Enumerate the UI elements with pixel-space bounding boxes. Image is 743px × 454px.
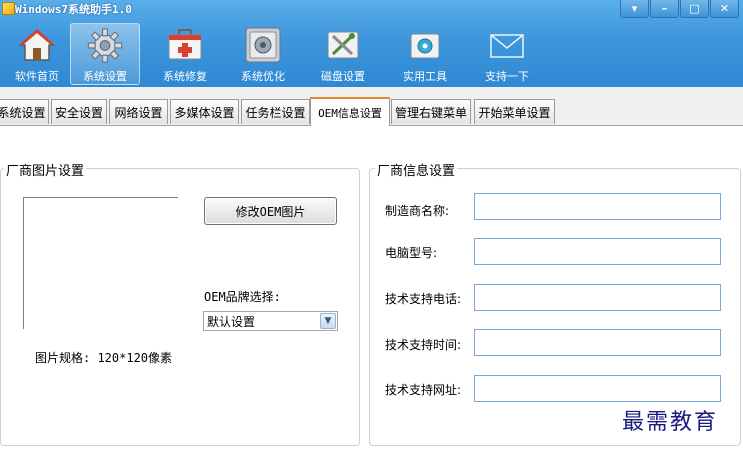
toolbox-icon [410, 33, 440, 59]
close-button[interactable]: ✕ [710, 0, 739, 18]
toolbar-system-settings-button[interactable]: 系统设置 [70, 23, 140, 85]
menu-dropdown-button[interactable]: ▾ [620, 0, 649, 18]
app-logo-icon [2, 2, 15, 15]
image-spec-text: 图片规格: 120*120像素 [35, 351, 173, 365]
oem-brand-label: OEM品牌选择: [204, 290, 281, 304]
toolbar-system-repair-button[interactable]: 系统修复 [150, 23, 220, 85]
tab-oem-info-label: OEM信息设置 [318, 106, 382, 120]
toolbar-utilities-button[interactable]: 实用工具 [390, 23, 460, 85]
support-website-field[interactable] [474, 375, 721, 402]
main-toolbar: 软件首页 系统设置 系统修复 系统优化 磁盘设置 实用工具 支持一下 [0, 20, 743, 86]
vendor-info-group-title: 厂商信息设置 [375, 160, 458, 179]
watermark-text: 最需教育 [622, 410, 719, 435]
gear-icon [87, 28, 123, 63]
disk-tools-icon [327, 31, 359, 59]
maximize-button[interactable]: □ [680, 0, 709, 18]
envelope-icon [490, 34, 524, 58]
oem-image-preview [23, 197, 178, 329]
oem-image-group: 厂商图片设置 修改OEM图片 OEM品牌选择: 默认设置 ▼ 图片规格: 120… [0, 160, 360, 446]
oem-image-group-title: 厂商图片设置 [4, 160, 87, 179]
manufacturer-name-label: 制造商名称: [385, 204, 450, 218]
support-hours-field[interactable] [474, 329, 721, 356]
optimize-icon [245, 27, 281, 63]
support-website-label: 技术支持网址: [385, 383, 462, 397]
support-phone-label: 技术支持电话: [385, 292, 462, 306]
toolbar-home-button[interactable]: 软件首页 [2, 23, 72, 85]
window-title: Windows7系统助手1.0 [15, 3, 132, 16]
modify-oem-image-label: 修改OEM图片 [235, 204, 306, 219]
modify-oem-image-button[interactable]: 修改OEM图片 [204, 197, 337, 225]
tab-context-menu[interactable]: 管理右键菜单 [391, 99, 471, 124]
toolbar-system-settings-label: 系统设置 [83, 70, 127, 83]
toolbar-support-button[interactable]: 支持一下 [472, 23, 542, 85]
tab-taskbar-settings[interactable]: 任务栏设置 [241, 99, 310, 124]
app-header: Windows7系统助手1.0 ▾ – □ ✕ 软件首页 系统设置 系统修复 系… [0, 0, 743, 87]
tab-system-settings[interactable]: 系统设置 [0, 99, 49, 124]
toolbar-home-label: 软件首页 [15, 70, 59, 83]
oem-brand-select[interactable]: 默认设置 ▼ [203, 311, 338, 331]
tab-oem-info-settings[interactable]: OEM信息设置 [310, 97, 390, 126]
tab-network-settings[interactable]: 网络设置 [109, 99, 168, 124]
first-aid-kit-icon [168, 29, 202, 60]
toolbar-system-optimize-label: 系统优化 [241, 70, 285, 83]
support-hours-label: 技术支持时间: [385, 338, 462, 352]
tab-multimedia-settings[interactable]: 多媒体设置 [170, 99, 239, 124]
minimize-button[interactable]: – [650, 0, 679, 18]
tab-start-menu-settings[interactable]: 开始菜单设置 [474, 99, 555, 124]
toolbar-support-label: 支持一下 [485, 70, 529, 83]
computer-model-label: 电脑型号: [385, 246, 438, 260]
chevron-down-icon[interactable]: ▼ [320, 313, 336, 329]
manufacturer-name-field[interactable] [474, 193, 721, 220]
oem-brand-selected-value: 默认设置 [207, 314, 256, 329]
support-phone-field[interactable] [474, 284, 721, 311]
computer-model-field[interactable] [474, 238, 721, 265]
toolbar-system-optimize-button[interactable]: 系统优化 [228, 23, 298, 85]
toolbar-utilities-label: 实用工具 [403, 70, 447, 83]
toolbar-disk-settings-button[interactable]: 磁盘设置 [308, 23, 378, 85]
settings-tabs: 系统设置 安全设置 网络设置 多媒体设置 任务栏设置 OEM信息设置 管理右键菜… [0, 97, 743, 126]
toolbar-disk-settings-label: 磁盘设置 [321, 70, 365, 83]
toolbar-system-repair-label: 系统修复 [163, 70, 207, 83]
tab-security-settings[interactable]: 安全设置 [51, 99, 107, 124]
window-controls: ▾ – □ ✕ [619, 0, 739, 18]
home-icon [19, 29, 55, 61]
